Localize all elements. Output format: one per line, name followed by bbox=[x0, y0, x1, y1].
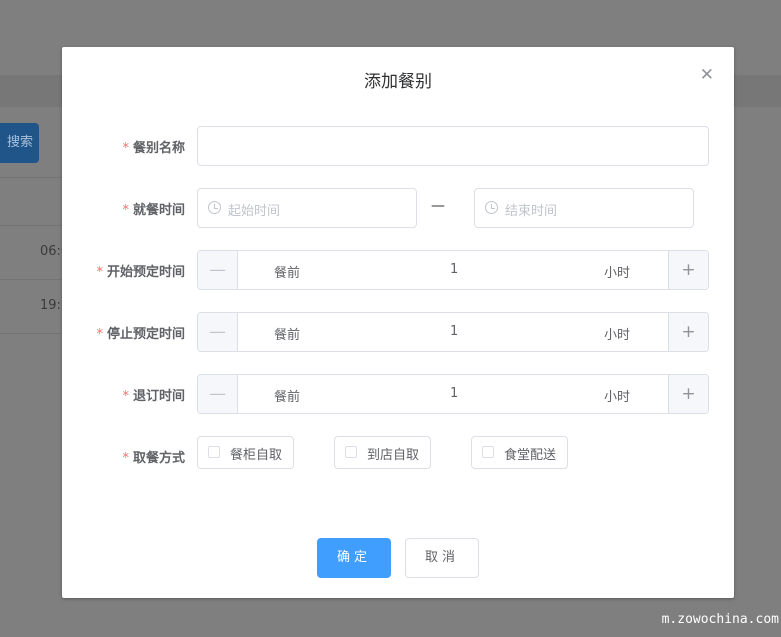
meal-time-label: * 就餐时间 bbox=[122, 203, 185, 218]
range-separator: — bbox=[431, 198, 445, 214]
stepper-unit: 小时 bbox=[604, 328, 631, 343]
stepper-value[interactable]: 1 bbox=[450, 386, 458, 401]
stepper-value[interactable]: 1 bbox=[450, 324, 458, 339]
close-icon[interactable]: ✕ bbox=[700, 65, 714, 85]
cancel-time-label: * 退订时间 bbox=[122, 389, 185, 404]
stop-booking-label: * 停止预定时间 bbox=[96, 327, 185, 342]
add-meal-dialog: 添加餐别 ✕ * 餐别名称 * 就餐时间 起始时间 — 结束时间 * 开始预定时间 —… bbox=[62, 47, 734, 598]
stop-booking-stepper[interactable]: — 餐前 1 小时 + bbox=[197, 312, 709, 352]
background-search-button: 搜索 bbox=[0, 123, 39, 163]
increase-button[interactable]: + bbox=[668, 313, 708, 351]
clock-icon bbox=[208, 201, 221, 214]
name-label: * 餐别名称 bbox=[122, 141, 185, 156]
checkbox-canteen-delivery[interactable]: 食堂配送 bbox=[471, 436, 568, 469]
background-row-divider bbox=[0, 333, 62, 334]
checkbox-cabinet-pickup[interactable]: 餐柜自取 bbox=[197, 436, 294, 469]
checkbox-icon[interactable] bbox=[482, 446, 494, 458]
start-booking-stepper[interactable]: — 餐前 1 小时 + bbox=[197, 250, 709, 290]
checkbox-store-pickup[interactable]: 到店自取 bbox=[334, 436, 431, 469]
start-time-placeholder: 起始时间 bbox=[228, 204, 281, 219]
end-time-placeholder: 结束时间 bbox=[505, 204, 558, 219]
clock-icon bbox=[485, 201, 498, 214]
stepper-unit: 小时 bbox=[604, 266, 631, 281]
end-time-input[interactable]: 结束时间 bbox=[474, 188, 694, 228]
decrease-button[interactable]: — bbox=[198, 375, 238, 413]
stepper-prefix: 餐前 bbox=[274, 328, 301, 343]
cancel-time-stepper[interactable]: — 餐前 1 小时 + bbox=[197, 374, 709, 414]
stepper-prefix: 餐前 bbox=[274, 266, 301, 281]
background-row-divider bbox=[0, 279, 62, 280]
stepper-value[interactable]: 1 bbox=[450, 262, 458, 277]
dialog-title: 添加餐别 bbox=[364, 72, 432, 92]
stepper-prefix: 餐前 bbox=[274, 390, 301, 405]
watermark: m.zowochina.com bbox=[661, 612, 779, 627]
confirm-button[interactable]: 确定 bbox=[317, 538, 391, 578]
background-row-divider bbox=[0, 177, 62, 178]
start-time-input[interactable]: 起始时间 bbox=[197, 188, 417, 228]
checkbox-icon[interactable] bbox=[345, 446, 357, 458]
cancel-button[interactable]: 取消 bbox=[405, 538, 479, 578]
pickup-label: * 取餐方式 bbox=[122, 451, 185, 466]
meal-name-input[interactable] bbox=[197, 126, 709, 166]
checkbox-icon[interactable] bbox=[208, 446, 220, 458]
stepper-unit: 小时 bbox=[604, 390, 631, 405]
background-row-divider bbox=[0, 225, 62, 226]
decrease-button[interactable]: — bbox=[198, 313, 238, 351]
increase-button[interactable]: + bbox=[668, 375, 708, 413]
increase-button[interactable]: + bbox=[668, 251, 708, 289]
decrease-button[interactable]: — bbox=[198, 251, 238, 289]
start-booking-label: * 开始预定时间 bbox=[96, 265, 185, 280]
